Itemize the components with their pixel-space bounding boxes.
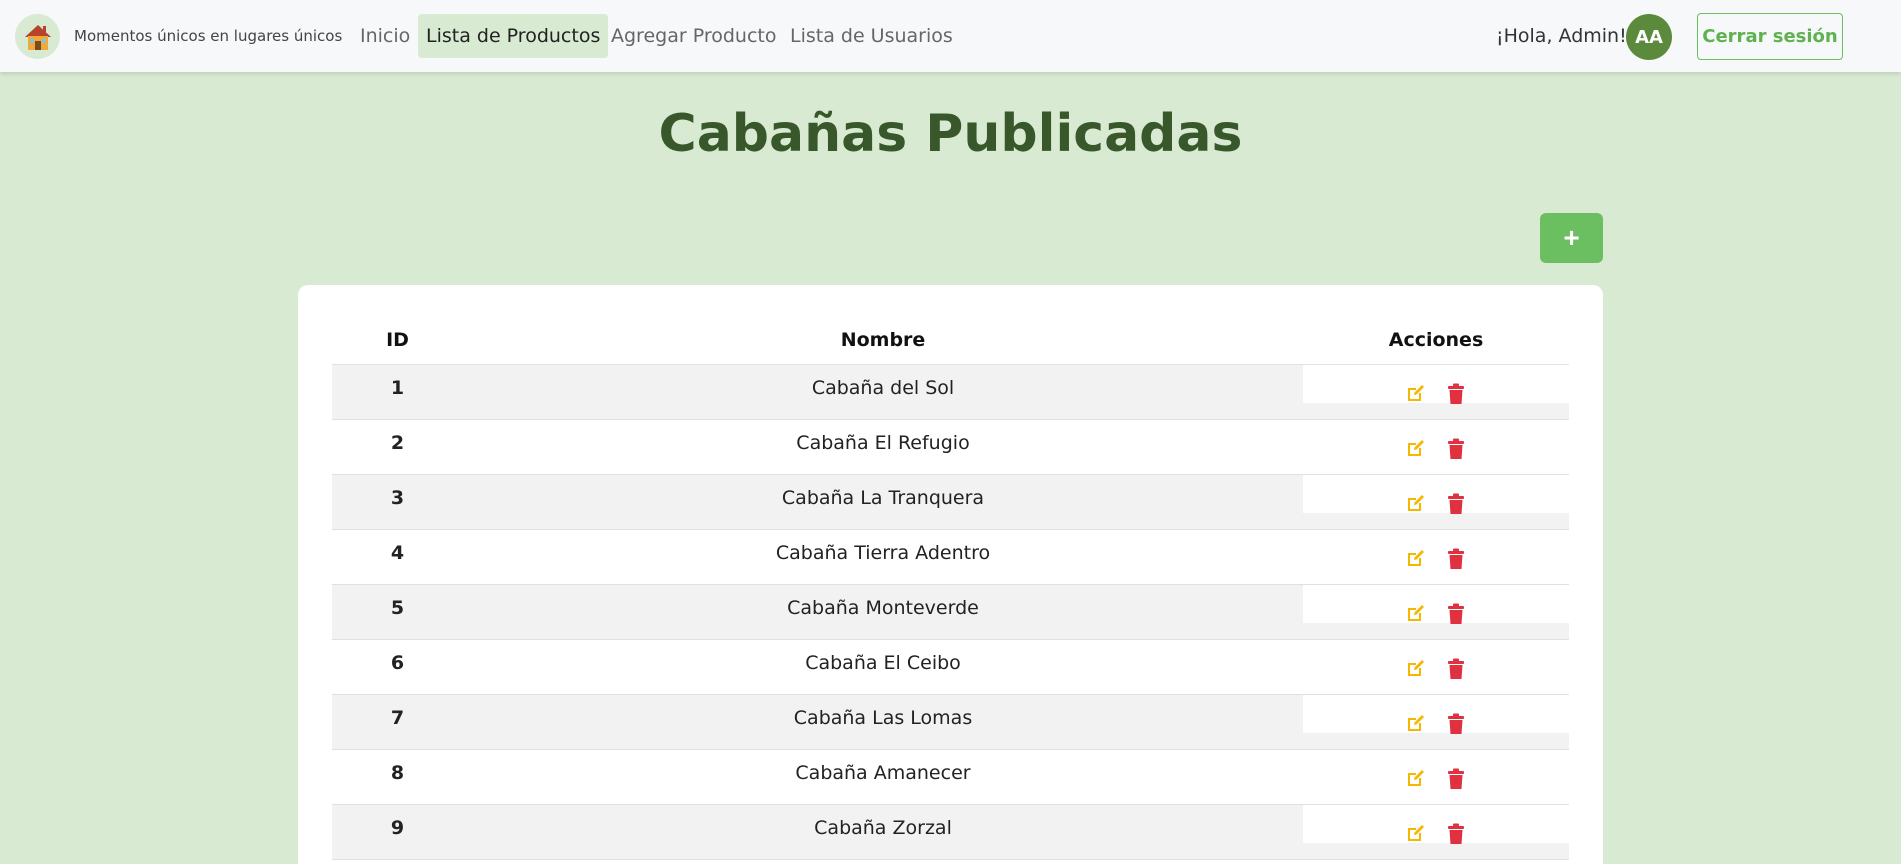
row-name: Cabaña Tierra Adentro bbox=[775, 542, 991, 564]
row-actions bbox=[1303, 640, 1569, 679]
page-title: Cabañas Publicadas bbox=[658, 104, 1243, 164]
top-navbar: Momentos únicos en lugares únicos Inicio… bbox=[0, 0, 1901, 72]
table-row: 1 Cabaña del Sol bbox=[332, 365, 1569, 420]
row-name: Cabaña El Ceibo bbox=[805, 652, 961, 674]
nav-link-lista-usuarios[interactable]: Lista de Usuarios bbox=[782, 14, 961, 58]
header-id: ID bbox=[386, 328, 409, 351]
table-row: 8 Cabaña Amanecer bbox=[332, 750, 1569, 805]
nav-link-agregar-producto[interactable]: Agregar Producto bbox=[603, 14, 784, 58]
row-id: 6 bbox=[390, 652, 405, 674]
site-tagline: Momentos únicos en lugares únicos bbox=[74, 27, 343, 45]
row-actions bbox=[1303, 475, 1569, 514]
table-row: 6 Cabaña El Ceibo bbox=[332, 640, 1569, 695]
table-row: 4 Cabaña Tierra Adentro bbox=[332, 530, 1569, 585]
table-body: 1 Cabaña del Sol 2 Cabaña El Refugio 3 C… bbox=[332, 365, 1569, 860]
avatar[interactable]: AA bbox=[1626, 14, 1672, 60]
products-table: ID Nombre Acciones 1 Cabaña del Sol 2 Ca… bbox=[332, 315, 1569, 860]
row-id: 5 bbox=[390, 597, 405, 619]
table-row: 9 Cabaña Zorzal bbox=[332, 805, 1569, 860]
row-id: 1 bbox=[390, 377, 405, 399]
trash-icon[interactable] bbox=[1446, 713, 1466, 734]
trash-icon[interactable] bbox=[1446, 493, 1466, 514]
row-id: 9 bbox=[390, 817, 405, 839]
edit-icon[interactable] bbox=[1406, 438, 1426, 458]
row-id: 3 bbox=[390, 487, 405, 509]
trash-icon[interactable] bbox=[1446, 383, 1466, 404]
edit-icon[interactable] bbox=[1406, 823, 1426, 843]
user-greeting: ¡Hola, Admin! bbox=[1496, 25, 1627, 47]
row-name: Cabaña Monteverde bbox=[787, 597, 979, 619]
trash-icon[interactable] bbox=[1446, 603, 1466, 624]
row-actions bbox=[1303, 365, 1569, 404]
edit-icon[interactable] bbox=[1406, 768, 1426, 788]
row-id: 4 bbox=[390, 542, 405, 564]
nav-link-inicio[interactable]: Inicio bbox=[352, 14, 418, 58]
row-id: 2 bbox=[390, 432, 405, 454]
products-card: ID Nombre Acciones 1 Cabaña del Sol 2 Ca… bbox=[298, 285, 1603, 864]
trash-icon[interactable] bbox=[1446, 768, 1466, 789]
row-name: Cabaña del Sol bbox=[811, 377, 955, 399]
trash-icon[interactable] bbox=[1446, 823, 1466, 844]
trash-icon[interactable] bbox=[1446, 658, 1466, 679]
row-name: Cabaña Las Lomas bbox=[793, 707, 973, 729]
row-name: Cabaña Amanecer bbox=[795, 762, 971, 784]
row-actions bbox=[1303, 695, 1569, 734]
row-id: 8 bbox=[390, 762, 405, 784]
header-actions: Acciones bbox=[1388, 328, 1484, 351]
row-actions bbox=[1303, 420, 1569, 459]
row-name: Cabaña El Refugio bbox=[796, 432, 970, 454]
table-row: 7 Cabaña Las Lomas bbox=[332, 695, 1569, 750]
add-product-button[interactable]: + bbox=[1540, 213, 1603, 263]
edit-icon[interactable] bbox=[1406, 548, 1426, 568]
trash-icon[interactable] bbox=[1446, 438, 1466, 459]
row-name: Cabaña La Tranquera bbox=[781, 487, 985, 509]
table-row: 5 Cabaña Monteverde bbox=[332, 585, 1569, 640]
row-id: 7 bbox=[390, 707, 405, 729]
trash-icon[interactable] bbox=[1446, 548, 1466, 569]
edit-icon[interactable] bbox=[1406, 383, 1426, 403]
edit-icon[interactable] bbox=[1406, 658, 1426, 678]
row-actions bbox=[1303, 750, 1569, 789]
logout-button[interactable]: Cerrar sesión bbox=[1697, 13, 1843, 60]
house-icon[interactable] bbox=[15, 14, 60, 59]
row-actions bbox=[1303, 805, 1569, 844]
edit-icon[interactable] bbox=[1406, 493, 1426, 513]
header-name: Nombre bbox=[840, 328, 926, 351]
table-header: ID Nombre Acciones bbox=[332, 315, 1569, 365]
table-row: 2 Cabaña El Refugio bbox=[332, 420, 1569, 475]
edit-icon[interactable] bbox=[1406, 603, 1426, 623]
table-row: 3 Cabaña La Tranquera bbox=[332, 475, 1569, 530]
edit-icon[interactable] bbox=[1406, 713, 1426, 733]
nav-link-lista-productos[interactable]: Lista de Productos bbox=[418, 14, 609, 58]
row-name: Cabaña Zorzal bbox=[814, 817, 952, 839]
row-actions bbox=[1303, 530, 1569, 569]
row-actions bbox=[1303, 585, 1569, 624]
